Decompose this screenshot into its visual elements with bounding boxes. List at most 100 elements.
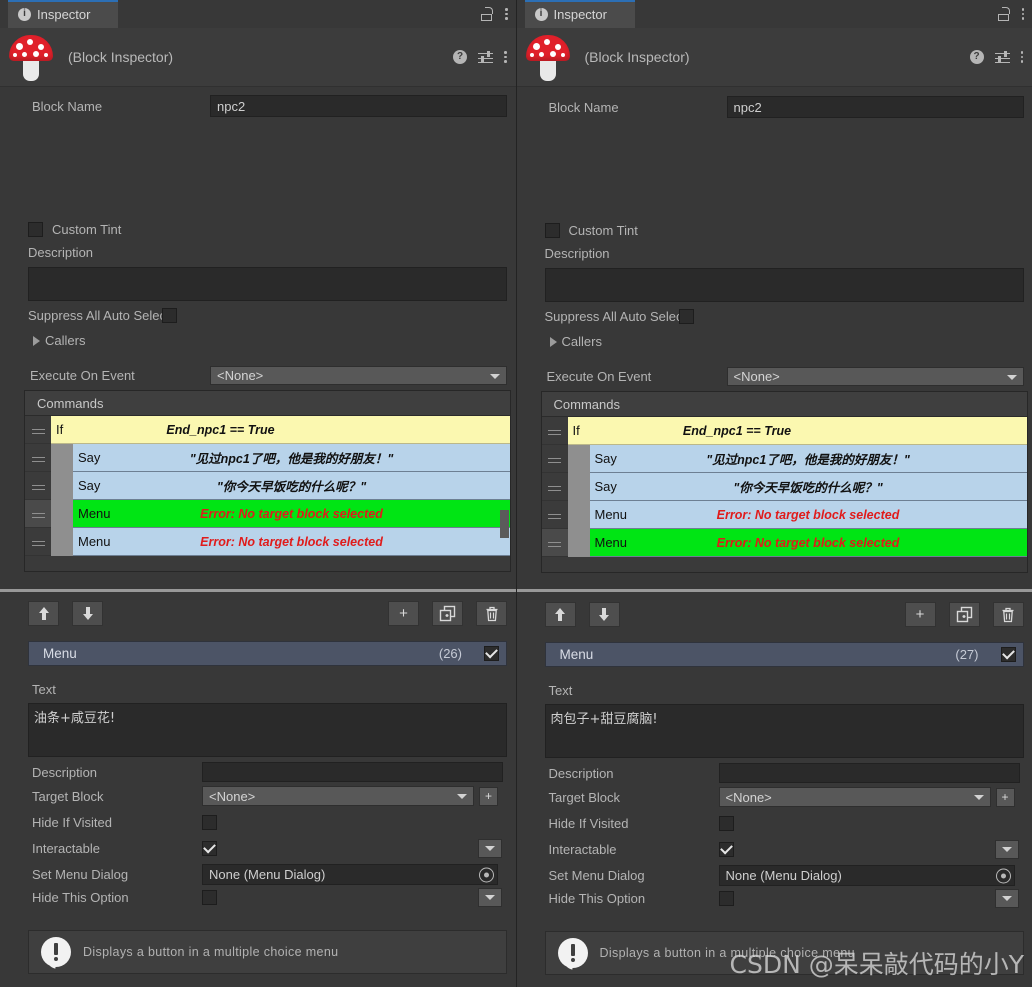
command-cell[interactable]: Menu Error: No target block selected [73,528,510,556]
command-row[interactable]: Say "你今天早饭吃的什么呢？" [25,472,510,500]
interactable-checkbox[interactable] [718,842,734,857]
command-title-bar-left[interactable]: Menu (26) [28,641,507,666]
drag-handle-icon[interactable] [541,473,568,501]
lock-icon[interactable] [481,7,493,21]
move-up-button[interactable] [28,601,59,626]
hide-this-option-dropdown-button[interactable] [478,888,502,907]
target-block-dropdown[interactable]: <None> [718,787,991,807]
command-title-bar-right[interactable]: Menu (27) [544,642,1024,667]
target-block-add-button[interactable]: + [995,787,1015,807]
description-input-2[interactable] [718,763,1020,783]
command-row[interactable]: Menu Error: No target block selected [25,500,510,528]
text-label: Text [548,683,573,698]
command-cell[interactable]: Menu Error: No target block selected [73,500,510,528]
more-options-icon[interactable] [505,8,508,20]
command-cell[interactable]: Say "你今天早饭吃的什么呢？" [589,473,1027,501]
command-enabled-checkbox[interactable] [484,646,499,661]
callers-foldout[interactable]: Callers [33,333,85,348]
command-enabled-checkbox[interactable] [1000,647,1016,662]
command-cell[interactable]: Menu Error: No target block selected [589,529,1027,557]
arrow-up-icon [38,607,49,620]
drag-handle-icon[interactable] [25,500,51,528]
tab-inspector-left[interactable]: i Inspector [8,0,118,28]
object-picker-icon[interactable] [479,867,494,882]
command-row[interactable]: If End_npc1 == True [541,417,1027,445]
interactable-dropdown-button[interactable] [478,839,502,858]
add-command-button[interactable]: + [388,601,419,626]
command-row[interactable]: Menu Error: No target block selected [541,501,1027,529]
set-menu-dialog-field[interactable]: None (Menu Dialog) [202,864,498,885]
command-row[interactable]: Menu Error: No target block selected [541,529,1027,557]
text-input[interactable]: 油条+咸豆花! [28,703,507,757]
interactable-dropdown-button[interactable] [994,840,1019,859]
component-menu-icon[interactable] [504,51,507,63]
command-cell[interactable]: If End_npc1 == True [51,416,510,444]
command-row[interactable]: Say "见过npc1了吧，他是我的好朋友！" [541,445,1027,473]
trash-icon [486,606,497,621]
callers-foldout[interactable]: Callers [549,334,602,349]
command-row[interactable]: Say "见过npc1了吧，他是我的好朋友！" [25,444,510,472]
move-down-button[interactable] [588,602,620,627]
description-input-2[interactable] [202,762,503,782]
hide-if-visited-checkbox[interactable] [202,815,217,830]
set-menu-dialog-field[interactable]: None (Menu Dialog) [718,865,1015,886]
preset-icon[interactable] [478,50,493,64]
description-input[interactable] [28,267,507,301]
hide-this-option-checkbox[interactable] [202,890,217,905]
command-cell[interactable]: Say "见过npc1了吧，他是我的好朋友！" [589,445,1027,473]
drag-handle-icon[interactable] [541,529,568,557]
custom-tint-checkbox[interactable] [544,223,560,238]
command-cell[interactable]: Menu Error: No target block selected [589,501,1027,529]
move-down-button[interactable] [72,601,103,626]
block-name-input[interactable]: npc2 [210,95,507,117]
suppress-auto-select-checkbox[interactable] [162,308,178,323]
description-input[interactable] [544,268,1024,302]
command-cell[interactable]: Say "你今天早饭吃的什么呢？" [73,472,510,500]
duplicate-command-button[interactable] [948,602,980,627]
lock-icon[interactable] [997,7,1010,21]
duplicate-command-button[interactable] [432,601,463,626]
more-options-icon[interactable] [1021,8,1024,20]
component-menu-icon[interactable] [1020,51,1023,63]
tab-inspector-right[interactable]: i Inspector [524,0,635,28]
help-icon[interactable]: ? [969,50,984,64]
execute-on-event-dropdown[interactable]: <None> [726,367,1024,386]
panel-splitter-left[interactable] [0,587,516,594]
text-input[interactable]: 肉包子+甜豆腐脑! [544,704,1024,758]
custom-tint-checkbox[interactable] [28,222,43,237]
block-name-input[interactable]: npc2 [726,96,1024,118]
command-cell[interactable]: Say "见过npc1了吧，他是我的好朋友！" [73,444,510,472]
execute-on-event-value: <None> [217,368,264,383]
target-block-dropdown[interactable]: <None> [202,786,474,806]
drag-handle-icon[interactable] [541,501,568,529]
command-row[interactable]: Say "你今天早饭吃的什么呢？" [541,473,1027,501]
add-command-button[interactable]: + [904,602,936,627]
delete-command-button[interactable] [476,601,507,626]
target-block-value: <None> [725,789,772,805]
execute-on-event-row: Execute On Event <None> [0,366,507,385]
hide-this-option-dropdown-button[interactable] [994,889,1019,908]
panel-splitter-right[interactable] [516,587,1032,594]
command-row[interactable]: If End_npc1 == True [25,416,510,444]
object-picker-icon[interactable] [995,868,1011,883]
delete-command-button[interactable] [992,602,1024,627]
suppress-auto-select-checkbox[interactable] [678,309,694,324]
help-icon[interactable]: ? [453,50,467,64]
tab-label: Inspector [37,6,91,22]
commands-scrollbar-left[interactable] [500,510,509,538]
drag-handle-icon[interactable] [25,416,51,444]
interactable-checkbox[interactable] [202,841,217,856]
drag-handle-icon[interactable] [25,472,51,500]
preset-icon[interactable] [994,50,1010,64]
hide-this-option-checkbox[interactable] [718,891,734,906]
command-row[interactable]: Menu Error: No target block selected [25,528,510,556]
drag-handle-icon[interactable] [541,417,568,445]
move-up-button[interactable] [544,602,576,627]
target-block-add-button[interactable]: + [479,786,498,806]
execute-on-event-dropdown[interactable]: <None> [210,366,507,385]
drag-handle-icon[interactable] [25,528,51,556]
drag-handle-icon[interactable] [25,444,51,472]
drag-handle-icon[interactable] [541,445,568,473]
hide-if-visited-checkbox[interactable] [718,816,734,831]
command-cell[interactable]: If End_npc1 == True [567,417,1027,445]
